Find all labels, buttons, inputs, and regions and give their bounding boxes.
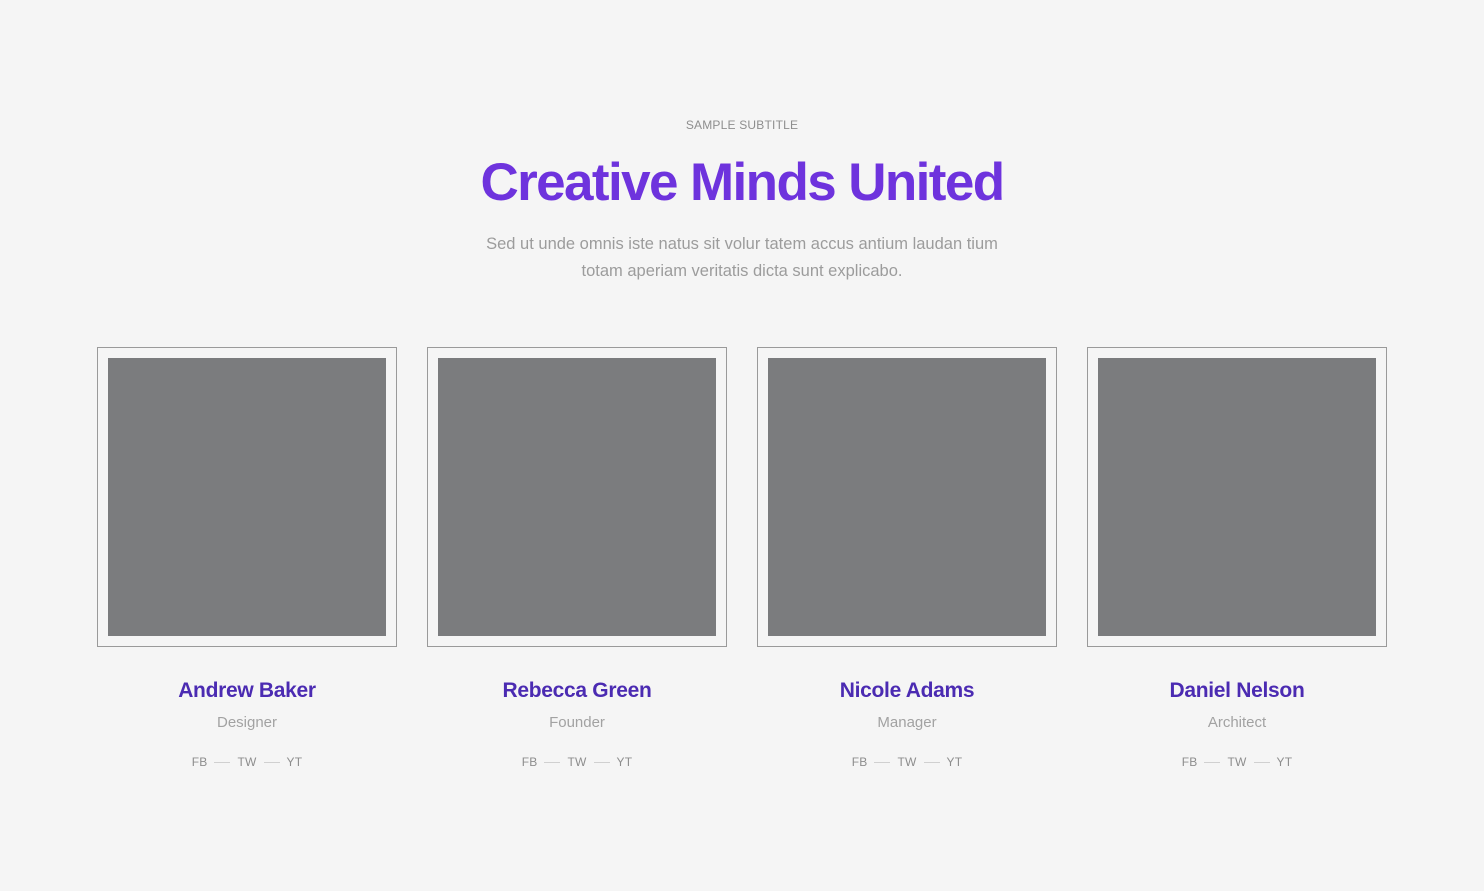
description-line-1: Sed ut unde omnis iste natus sit volur t…	[486, 235, 998, 253]
social-divider	[544, 761, 561, 763]
member-photo-placeholder	[1098, 358, 1376, 636]
social-divider	[1204, 761, 1221, 763]
facebook-link[interactable]: FB	[1182, 755, 1198, 769]
member-social-links: FB TW YT	[97, 755, 397, 769]
social-divider	[593, 761, 610, 763]
member-social-links: FB TW YT	[757, 755, 1057, 769]
description-line-2: totam aperiam veritatis dicta sunt expli…	[581, 262, 903, 280]
twitter-link[interactable]: TW	[567, 755, 586, 769]
team-member-card: Nicole Adams Manager FB TW YT	[757, 347, 1057, 769]
team-member-card: Rebecca Green Founder FB TW YT	[427, 347, 727, 769]
team-section: SAMPLE SUBTITLE Creative Minds United Se…	[0, 0, 1484, 891]
twitter-link[interactable]: TW	[1227, 755, 1246, 769]
social-divider	[874, 761, 891, 763]
member-name: Nicole Adams	[839, 679, 975, 702]
section-description: Sed ut unde omnis iste natus sit volur t…	[442, 231, 1042, 285]
section-title: Creative Minds United	[480, 153, 1005, 212]
member-name: Daniel Nelson	[1169, 679, 1305, 702]
member-photo-frame	[757, 347, 1057, 647]
social-divider	[1253, 761, 1270, 763]
team-member-card: Andrew Baker Designer FB TW YT	[97, 347, 397, 769]
member-photo-frame	[1087, 347, 1387, 647]
member-photo-placeholder	[438, 358, 716, 636]
social-divider	[214, 761, 231, 763]
member-social-links: FB TW YT	[427, 755, 727, 769]
twitter-link[interactable]: TW	[237, 755, 256, 769]
member-role: Designer	[216, 714, 278, 731]
youtube-link[interactable]: YT	[617, 755, 633, 769]
youtube-link[interactable]: YT	[947, 755, 963, 769]
facebook-link[interactable]: FB	[852, 755, 868, 769]
team-member-card: Daniel Nelson Architect FB TW YT	[1087, 347, 1387, 769]
social-divider	[923, 761, 940, 763]
facebook-link[interactable]: FB	[522, 755, 538, 769]
member-role: Founder	[549, 714, 605, 731]
twitter-link[interactable]: TW	[897, 755, 916, 769]
social-divider	[263, 761, 280, 763]
youtube-link[interactable]: YT	[1277, 755, 1293, 769]
member-photo-frame	[427, 347, 727, 647]
member-social-links: FB TW YT	[1087, 755, 1387, 769]
member-role: Architect	[1207, 714, 1267, 731]
member-photo-placeholder	[768, 358, 1046, 636]
youtube-link[interactable]: YT	[287, 755, 303, 769]
member-photo-frame	[97, 347, 397, 647]
facebook-link[interactable]: FB	[192, 755, 208, 769]
member-role: Manager	[877, 714, 937, 731]
member-name: Rebecca Green	[502, 679, 652, 702]
member-name: Andrew Baker	[178, 679, 316, 702]
section-subtitle: SAMPLE SUBTITLE	[685, 118, 799, 132]
member-photo-placeholder	[108, 358, 386, 636]
